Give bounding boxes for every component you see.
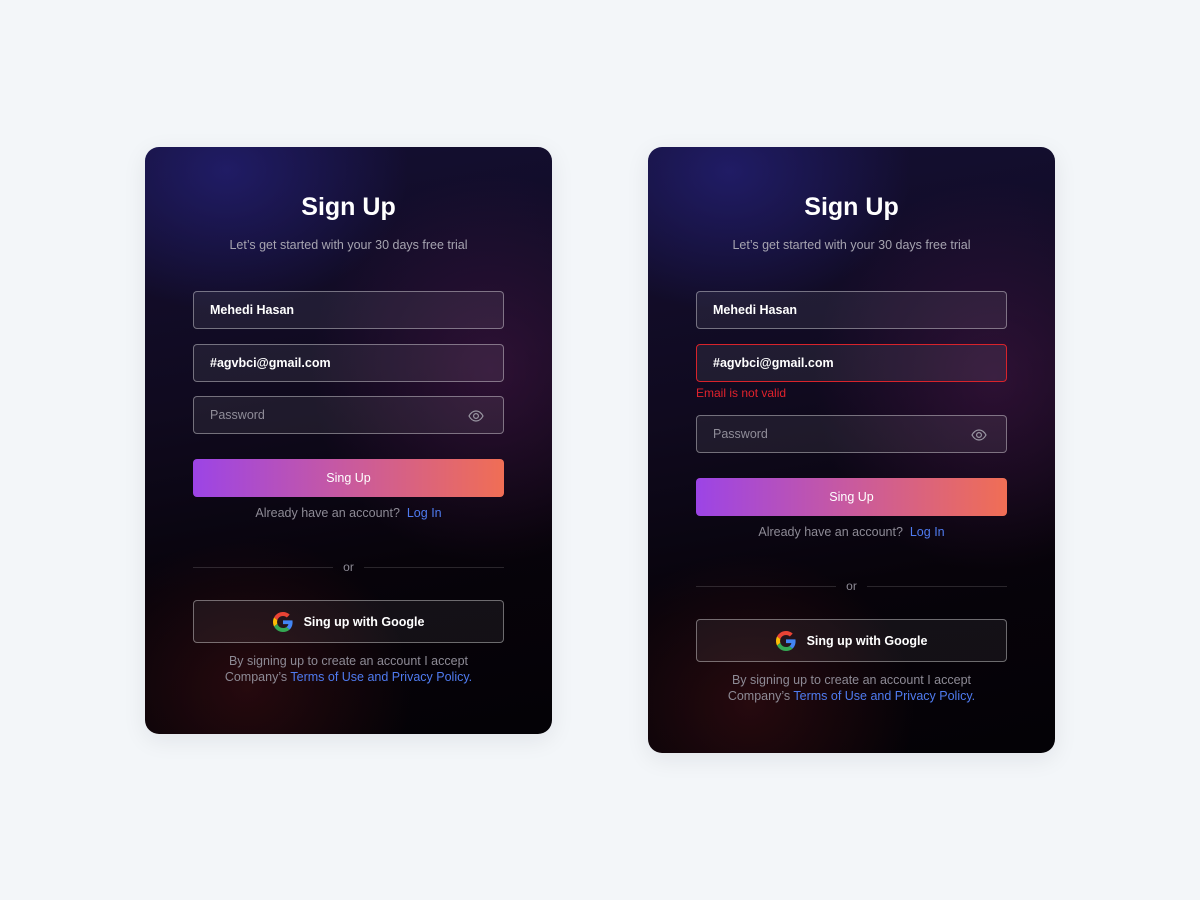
google-logo-icon — [272, 611, 293, 632]
divider-line — [364, 567, 504, 568]
account-prompt-text: Already have an account? — [255, 506, 400, 520]
name-field-value: Mehedi Hasan — [210, 303, 295, 317]
login-prompt: Already have an account? Log In — [648, 525, 1055, 539]
email-field[interactable]: #agvbci@gmail.com — [193, 344, 504, 382]
terms-notice: By signing up to create an account I acc… — [648, 672, 1055, 704]
terms-line-2: Company’s Terms of Use and Privacy Polic… — [145, 669, 552, 685]
password-placeholder: Password — [210, 408, 265, 422]
terms-line-1: By signing up to create an account I acc… — [228, 654, 469, 668]
or-divider: or — [193, 560, 504, 574]
terms-link[interactable]: Terms of Use and Privacy Policy. — [793, 689, 975, 703]
google-logo-icon — [775, 630, 796, 651]
email-field[interactable]: #agvbci@gmail.com — [696, 344, 1007, 382]
login-link[interactable]: Log In — [407, 506, 442, 520]
page-subtitle: Let’s get started with your 30 days free… — [229, 238, 468, 252]
sign-up-button[interactable]: Sing Up — [696, 478, 1007, 516]
page-subtitle: Let’s get started with your 30 days free… — [732, 238, 971, 252]
page-title: Sign Up — [804, 193, 899, 221]
terms-prefix: Company’s — [224, 670, 291, 684]
email-error-message: Email is not valid — [696, 386, 787, 400]
google-button-label: Sing up with Google — [303, 614, 425, 629]
google-sign-up-button[interactable]: Sing up with Google — [696, 619, 1007, 662]
google-button-label: Sing up with Google — [806, 633, 928, 648]
login-link[interactable]: Log In — [910, 525, 945, 539]
eye-icon[interactable] — [468, 408, 484, 424]
eye-icon[interactable] — [971, 427, 987, 443]
divider-line — [867, 586, 1007, 587]
email-field-value: #agvbci@gmail.com — [713, 356, 834, 370]
terms-prefix: Company’s — [727, 689, 794, 703]
name-field[interactable]: Mehedi Hasan — [193, 291, 504, 329]
password-field[interactable]: Password — [193, 396, 504, 434]
sign-up-button-label: Sing Up — [829, 490, 874, 504]
terms-line-1: By signing up to create an account I acc… — [731, 673, 972, 687]
password-field[interactable]: Password — [696, 415, 1007, 453]
google-sign-up-button[interactable]: Sing up with Google — [193, 600, 504, 643]
sign-up-button[interactable]: Sing Up — [193, 459, 504, 497]
terms-notice: By signing up to create an account I acc… — [145, 653, 552, 685]
password-placeholder: Password — [713, 427, 768, 441]
page-title: Sign Up — [301, 193, 396, 221]
account-prompt-text: Already have an account? — [758, 525, 903, 539]
name-field[interactable]: Mehedi Hasan — [696, 291, 1007, 329]
terms-link[interactable]: Terms of Use and Privacy Policy. — [290, 670, 472, 684]
terms-line-2: Company’s Terms of Use and Privacy Polic… — [648, 688, 1055, 704]
signup-card-error: Sign Up Let’s get started with your 30 d… — [648, 147, 1055, 753]
sign-up-button-label: Sing Up — [326, 471, 371, 485]
email-field-value: #agvbci@gmail.com — [210, 356, 331, 370]
name-field-value: Mehedi Hasan — [713, 303, 798, 317]
signup-card-default: Sign Up Let’s get started with your 30 d… — [145, 147, 552, 734]
or-divider: or — [696, 579, 1007, 593]
login-prompt: Already have an account? Log In — [145, 506, 552, 520]
